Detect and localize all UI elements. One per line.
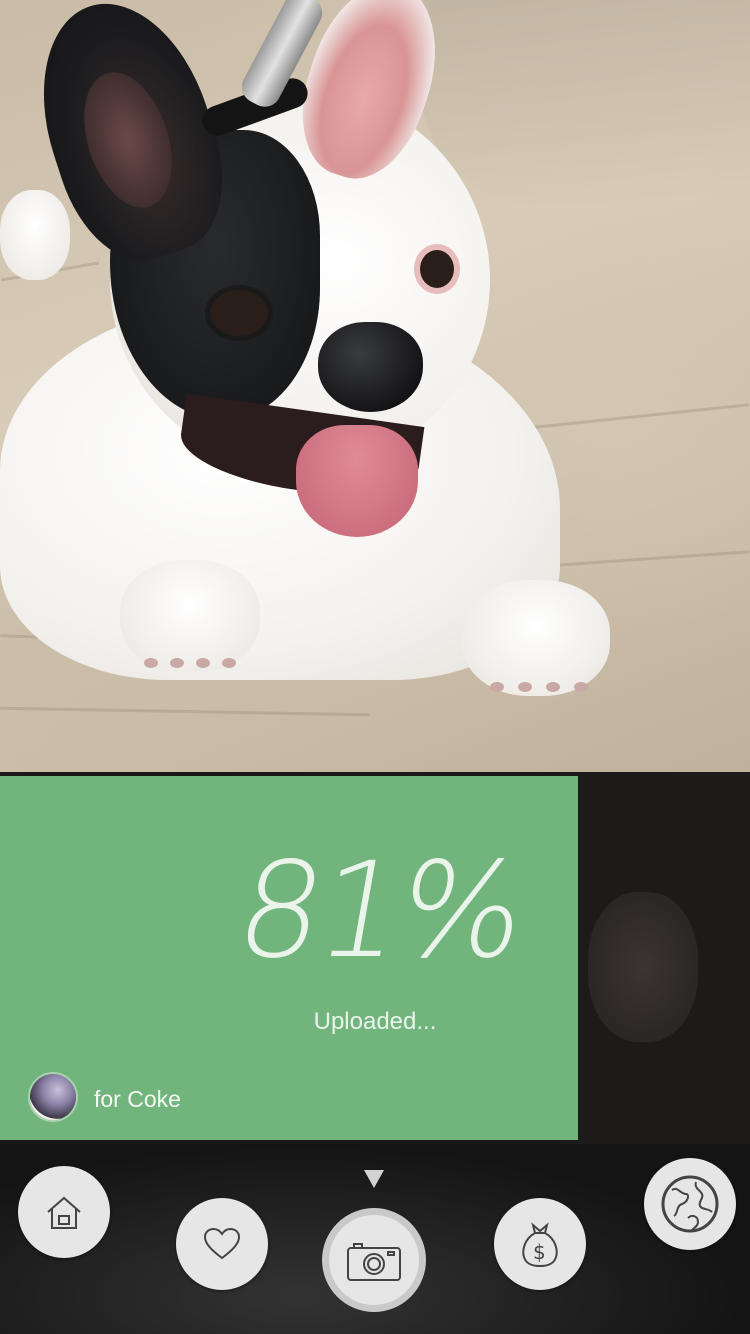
upload-screen: 81% Uploaded... for Coke $ bbox=[0, 0, 750, 1334]
dog-photo bbox=[0, 0, 750, 772]
recipient-avatar[interactable] bbox=[30, 1074, 76, 1120]
active-tab-indicator-icon bbox=[364, 1170, 384, 1188]
upload-status: Uploaded... bbox=[313, 1008, 437, 1035]
money-bag-icon: $ bbox=[522, 1222, 558, 1268]
home-button[interactable] bbox=[18, 1166, 110, 1258]
camera-button[interactable] bbox=[322, 1208, 426, 1312]
upload-area: 81% Uploaded... for Coke bbox=[0, 772, 750, 1144]
upload-progress-card: 81% Uploaded... for Coke bbox=[0, 776, 578, 1140]
globe-icon bbox=[661, 1175, 719, 1233]
heart-icon bbox=[203, 1227, 241, 1260]
explore-button[interactable] bbox=[644, 1158, 736, 1250]
recipient-label[interactable]: for Coke bbox=[94, 1086, 181, 1113]
upload-percent: 81% bbox=[225, 834, 535, 988]
home-icon bbox=[47, 1196, 81, 1229]
camera-icon bbox=[347, 1243, 401, 1281]
favorites-button[interactable] bbox=[176, 1198, 268, 1290]
payments-button[interactable]: $ bbox=[494, 1198, 586, 1290]
svg-text:$: $ bbox=[533, 1240, 546, 1264]
